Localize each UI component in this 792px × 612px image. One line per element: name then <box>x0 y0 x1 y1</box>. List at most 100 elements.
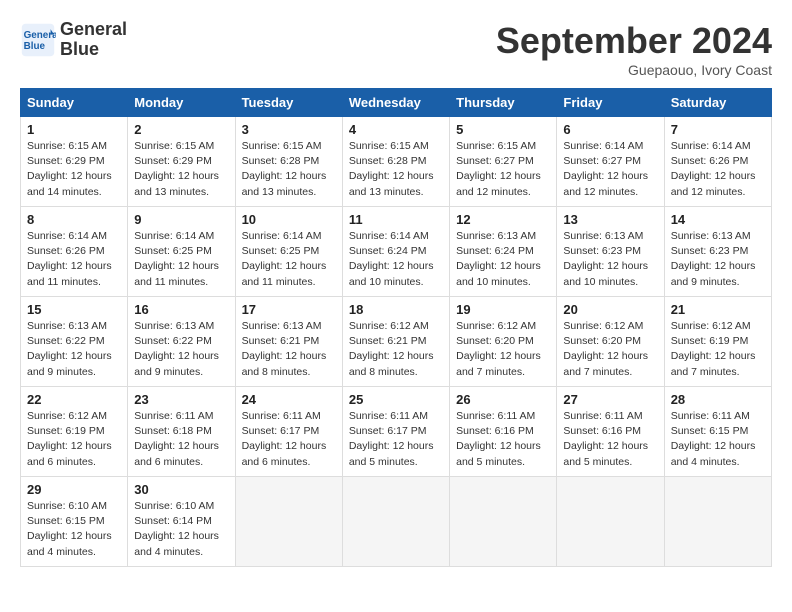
day-cell-9: 9Sunrise: 6:14 AMSunset: 6:25 PMDaylight… <box>128 207 235 297</box>
header-sunday: Sunday <box>21 89 128 117</box>
day-number: 16 <box>134 302 228 317</box>
location: Guepaouo, Ivory Coast <box>496 62 772 78</box>
day-info: Sunrise: 6:15 AMSunset: 6:29 PMDaylight:… <box>134 139 228 200</box>
header-monday: Monday <box>128 89 235 117</box>
logo-icon: General Blue <box>20 22 56 58</box>
day-number: 23 <box>134 392 228 407</box>
day-cell-30: 30 Sunrise: 6:10 AMSunset: 6:14 PMDayligh… <box>128 477 235 567</box>
day-cell-5: 5 Sunrise: 6:15 AMSunset: 6:27 PMDaylight… <box>450 117 557 207</box>
week-row-4: 22 Sunrise: 6:12 AMSunset: 6:19 PMDayligh… <box>21 387 772 477</box>
title-area: September 2024 Guepaouo, Ivory Coast <box>496 20 772 78</box>
day-cell-26: 26 Sunrise: 6:11 AMSunset: 6:16 PMDayligh… <box>450 387 557 477</box>
day-number: 6 <box>563 122 657 137</box>
day-cell-19: 19Sunrise: 6:12 AMSunset: 6:20 PMDayligh… <box>450 297 557 387</box>
day-cell-20: 20 Sunrise: 6:12 AMSunset: 6:20 PMDayligh… <box>557 297 664 387</box>
page-header: General Blue General Blue September 2024… <box>20 20 772 78</box>
week-row-2: 8 Sunrise: 6:14 AMSunset: 6:26 PMDaylight… <box>21 207 772 297</box>
day-number: 4 <box>349 122 443 137</box>
day-number: 28 <box>671 392 765 407</box>
day-number: 20 <box>563 302 657 317</box>
header-friday: Friday <box>557 89 664 117</box>
day-number: 19 <box>456 302 550 317</box>
empty-cell <box>557 477 664 567</box>
day-info: Sunrise: 6:11 AMSunset: 6:15 PMDaylight:… <box>671 409 765 470</box>
empty-cell <box>664 477 771 567</box>
day-number: 22 <box>27 392 121 407</box>
day-number: 17 <box>242 302 336 317</box>
week-row-3: 15 Sunrise: 6:13 AMSunset: 6:22 PMDayligh… <box>21 297 772 387</box>
day-info: Sunrise: 6:12 AMSunset: 6:19 PMDaylight:… <box>27 409 121 470</box>
week-row-1: 1 Sunrise: 6:15 AMSunset: 6:29 PMDaylight… <box>21 117 772 207</box>
day-number: 11 <box>349 212 443 227</box>
day-info: Sunrise: 6:15 AMSunset: 6:29 PMDaylight:… <box>27 139 121 200</box>
day-cell-27: 27 Sunrise: 6:11 AMSunset: 6:16 PMDayligh… <box>557 387 664 477</box>
day-number: 3 <box>242 122 336 137</box>
day-cell-12: 12 Sunrise: 6:13 AMSunset: 6:24 PMDayligh… <box>450 207 557 297</box>
header-wednesday: Wednesday <box>342 89 449 117</box>
day-info: Sunrise: 6:14 AMSunset: 6:24 PMDaylight:… <box>349 229 443 290</box>
day-number: 15 <box>27 302 121 317</box>
day-cell-22: 22 Sunrise: 6:12 AMSunset: 6:19 PMDayligh… <box>21 387 128 477</box>
day-cell-23: 23Sunrise: 6:11 AMSunset: 6:18 PMDayligh… <box>128 387 235 477</box>
day-cell-8: 8 Sunrise: 6:14 AMSunset: 6:26 PMDaylight… <box>21 207 128 297</box>
day-cell-14: 14 Sunrise: 6:13 AMSunset: 6:23 PMDayligh… <box>664 207 771 297</box>
day-number: 9 <box>134 212 228 227</box>
day-info: Sunrise: 6:13 AMSunset: 6:22 PMDaylight:… <box>134 319 228 380</box>
empty-cell <box>342 477 449 567</box>
empty-cell <box>450 477 557 567</box>
day-number: 1 <box>27 122 121 137</box>
day-number: 13 <box>563 212 657 227</box>
day-number: 12 <box>456 212 550 227</box>
day-info: Sunrise: 6:13 AMSunset: 6:24 PMDaylight:… <box>456 229 550 290</box>
day-number: 21 <box>671 302 765 317</box>
day-number: 14 <box>671 212 765 227</box>
day-number: 24 <box>242 392 336 407</box>
day-cell-18: 18 Sunrise: 6:12 AMSunset: 6:21 PMDayligh… <box>342 297 449 387</box>
day-number: 25 <box>349 392 443 407</box>
day-info: Sunrise: 6:13 AMSunset: 6:23 PMDaylight:… <box>563 229 657 290</box>
day-number: 29 <box>27 482 121 497</box>
header-saturday: Saturday <box>664 89 771 117</box>
calendar-body: 1 Sunrise: 6:15 AMSunset: 6:29 PMDaylight… <box>21 117 772 567</box>
day-info: Sunrise: 6:11 AMSunset: 6:16 PMDaylight:… <box>456 409 550 470</box>
day-cell-6: 6 Sunrise: 6:14 AMSunset: 6:27 PMDaylight… <box>557 117 664 207</box>
week-row-5: 29Sunrise: 6:10 AMSunset: 6:15 PMDayligh… <box>21 477 772 567</box>
day-info: Sunrise: 6:14 AMSunset: 6:27 PMDaylight:… <box>563 139 657 200</box>
day-cell-28: 28 Sunrise: 6:11 AMSunset: 6:15 PMDayligh… <box>664 387 771 477</box>
day-cell-25: 25Sunrise: 6:11 AMSunset: 6:17 PMDayligh… <box>342 387 449 477</box>
day-number: 18 <box>349 302 443 317</box>
day-number: 8 <box>27 212 121 227</box>
header-thursday: Thursday <box>450 89 557 117</box>
svg-text:Blue: Blue <box>24 41 46 52</box>
day-number: 27 <box>563 392 657 407</box>
day-cell-3: 3 Sunrise: 6:15 AMSunset: 6:28 PMDaylight… <box>235 117 342 207</box>
day-info: Sunrise: 6:13 AMSunset: 6:23 PMDaylight:… <box>671 229 765 290</box>
day-info: Sunrise: 6:12 AMSunset: 6:21 PMDaylight:… <box>349 319 443 380</box>
day-info: Sunrise: 6:14 AMSunset: 6:26 PMDaylight:… <box>27 229 121 290</box>
day-cell-1: 1 Sunrise: 6:15 AMSunset: 6:29 PMDaylight… <box>21 117 128 207</box>
logo-text: General Blue <box>60 20 127 60</box>
day-cell-15: 15 Sunrise: 6:13 AMSunset: 6:22 PMDayligh… <box>21 297 128 387</box>
day-number: 5 <box>456 122 550 137</box>
day-info: Sunrise: 6:11 AMSunset: 6:16 PMDaylight:… <box>563 409 657 470</box>
day-info: Sunrise: 6:13 AMSunset: 6:22 PMDaylight:… <box>27 319 121 380</box>
day-cell-11: 11 Sunrise: 6:14 AMSunset: 6:24 PMDayligh… <box>342 207 449 297</box>
day-number: 26 <box>456 392 550 407</box>
day-info: Sunrise: 6:15 AMSunset: 6:28 PMDaylight:… <box>349 139 443 200</box>
day-info: Sunrise: 6:15 AMSunset: 6:28 PMDaylight:… <box>242 139 336 200</box>
logo: General Blue General Blue <box>20 20 127 60</box>
day-cell-24: 24 Sunrise: 6:11 AMSunset: 6:17 PMDayligh… <box>235 387 342 477</box>
empty-cell <box>235 477 342 567</box>
day-info: Sunrise: 6:11 AMSunset: 6:17 PMDaylight:… <box>242 409 336 470</box>
weekday-header-row: Sunday Monday Tuesday Wednesday Thursday… <box>21 89 772 117</box>
day-info: Sunrise: 6:12 AMSunset: 6:20 PMDaylight:… <box>563 319 657 380</box>
day-cell-10: 10Sunrise: 6:14 AMSunset: 6:25 PMDayligh… <box>235 207 342 297</box>
day-number: 10 <box>242 212 336 227</box>
day-info: Sunrise: 6:15 AMSunset: 6:27 PMDaylight:… <box>456 139 550 200</box>
day-number: 7 <box>671 122 765 137</box>
day-cell-2: 2Sunrise: 6:15 AMSunset: 6:29 PMDaylight… <box>128 117 235 207</box>
day-cell-13: 13 Sunrise: 6:13 AMSunset: 6:23 PMDayligh… <box>557 207 664 297</box>
day-number: 30 <box>134 482 228 497</box>
day-info: Sunrise: 6:10 AMSunset: 6:14 PMDaylight:… <box>134 499 228 560</box>
day-cell-17: 17Sunrise: 6:13 AMSunset: 6:21 PMDayligh… <box>235 297 342 387</box>
